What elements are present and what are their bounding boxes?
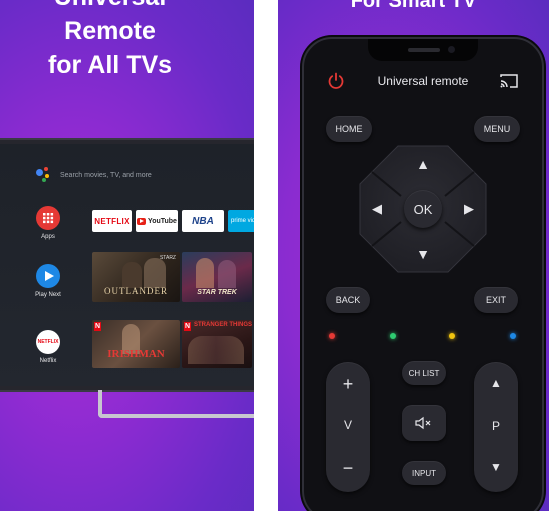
arrow-down-button[interactable]: ▼ [403, 240, 443, 268]
right-promo-panel: For Smart TV Universal remote HOME MENU [278, 0, 549, 511]
menu-button[interactable]: MENU [474, 116, 520, 142]
red-color-button[interactable] [329, 333, 335, 339]
starz-badge: STARZ [159, 255, 176, 261]
mute-icon [415, 416, 431, 430]
ok-button[interactable]: OK [404, 190, 442, 228]
google-assistant-icon [34, 166, 52, 184]
mute-button[interactable] [402, 405, 446, 441]
netflix-n-badge: N [184, 322, 191, 331]
yellow-color-button[interactable] [449, 333, 455, 339]
tv-sidebar-item-netflix: NETFLIX Netflix [28, 330, 68, 364]
show-tile-outlander: STARZ OUTLANDER [92, 252, 180, 302]
show-tile-irishman: N IRISHMAN [92, 320, 180, 368]
arrow-right-button[interactable]: ▶ [454, 189, 484, 229]
cast-icon [500, 74, 518, 88]
volume-label: V [343, 418, 352, 432]
arrow-up-button[interactable]: ▲ [403, 150, 443, 178]
tile-title: STRANGER THINGS [194, 322, 252, 328]
tv-frame: Search movies, TV, and more Apps Play Ne… [0, 138, 254, 392]
tv-screen: Search movies, TV, and more Apps Play Ne… [0, 144, 254, 386]
green-color-button[interactable] [390, 333, 396, 339]
youtube-icon [137, 217, 147, 225]
volume-down-button[interactable]: − [326, 458, 370, 479]
tv-sidebar-item-play-next: Play Next [28, 264, 68, 298]
dpad: ▲ ▼ ◀ ▶ OK [358, 144, 488, 274]
tv-sidebar-label: Apps [41, 234, 55, 240]
input-button[interactable]: INPUT [402, 461, 446, 485]
back-button[interactable]: BACK [326, 287, 370, 313]
tv-sidebar-item-apps: Apps [28, 206, 68, 240]
netflix-icon: NETFLIX [36, 330, 60, 354]
exit-button[interactable]: EXIT [474, 287, 518, 313]
channel-rocker: ▲ P ▼ [474, 362, 518, 492]
arrow-left-button[interactable]: ◀ [362, 189, 392, 229]
phone-mockup: Universal remote HOME MENU ▲ ▼ ◀ ▶ OK BA… [302, 37, 544, 511]
tv-search-placeholder: Search movies, TV, and more [60, 172, 152, 179]
blue-color-button[interactable] [510, 333, 516, 339]
play-icon [36, 264, 60, 288]
show-tile-stranger-things: N STRANGER THINGS [182, 320, 252, 368]
volume-rocker: + V − [326, 362, 370, 492]
prime-video-chip: prime video [228, 210, 254, 232]
channel-list-button[interactable]: CH LIST [402, 361, 446, 385]
channel-up-button[interactable]: ▲ [474, 376, 518, 390]
netflix-n-badge: N [94, 322, 101, 331]
volume-up-button[interactable]: + [326, 374, 370, 395]
tv-sidebar-label: Play Next [35, 292, 61, 298]
home-button[interactable]: HOME [326, 116, 372, 142]
headline-line-3: for All TVs [47, 51, 173, 79]
headline-line-1: Universal [0, 0, 220, 14]
left-promo-panel: Universal Remote for All TVs Search movi… [0, 0, 254, 511]
phone-notch [368, 39, 478, 61]
youtube-chip: YouTube [136, 210, 178, 232]
channel-down-button[interactable]: ▼ [474, 460, 518, 474]
youtube-label: YouTube [148, 217, 177, 225]
nba-chip: NBA [182, 210, 224, 232]
tile-title: IRISHMAN [107, 348, 165, 360]
tile-title: OUTLANDER [104, 286, 168, 296]
right-headline: For Smart TV [350, 0, 477, 12]
channel-label: P [491, 419, 500, 433]
cast-button[interactable] [498, 72, 520, 90]
tv-sidebar-label: Netflix [39, 358, 57, 364]
apps-grid-icon [36, 206, 60, 230]
tv-illustration: Search movies, TV, and more Apps Play Ne… [0, 138, 254, 418]
show-tile-star-trek: STAR TREK [182, 252, 252, 302]
headline-line-2: Remote [64, 17, 156, 45]
netflix-chip: NETFLIX [92, 210, 132, 232]
tile-title: STAR TREK [197, 289, 237, 296]
tv-stand [98, 390, 254, 418]
